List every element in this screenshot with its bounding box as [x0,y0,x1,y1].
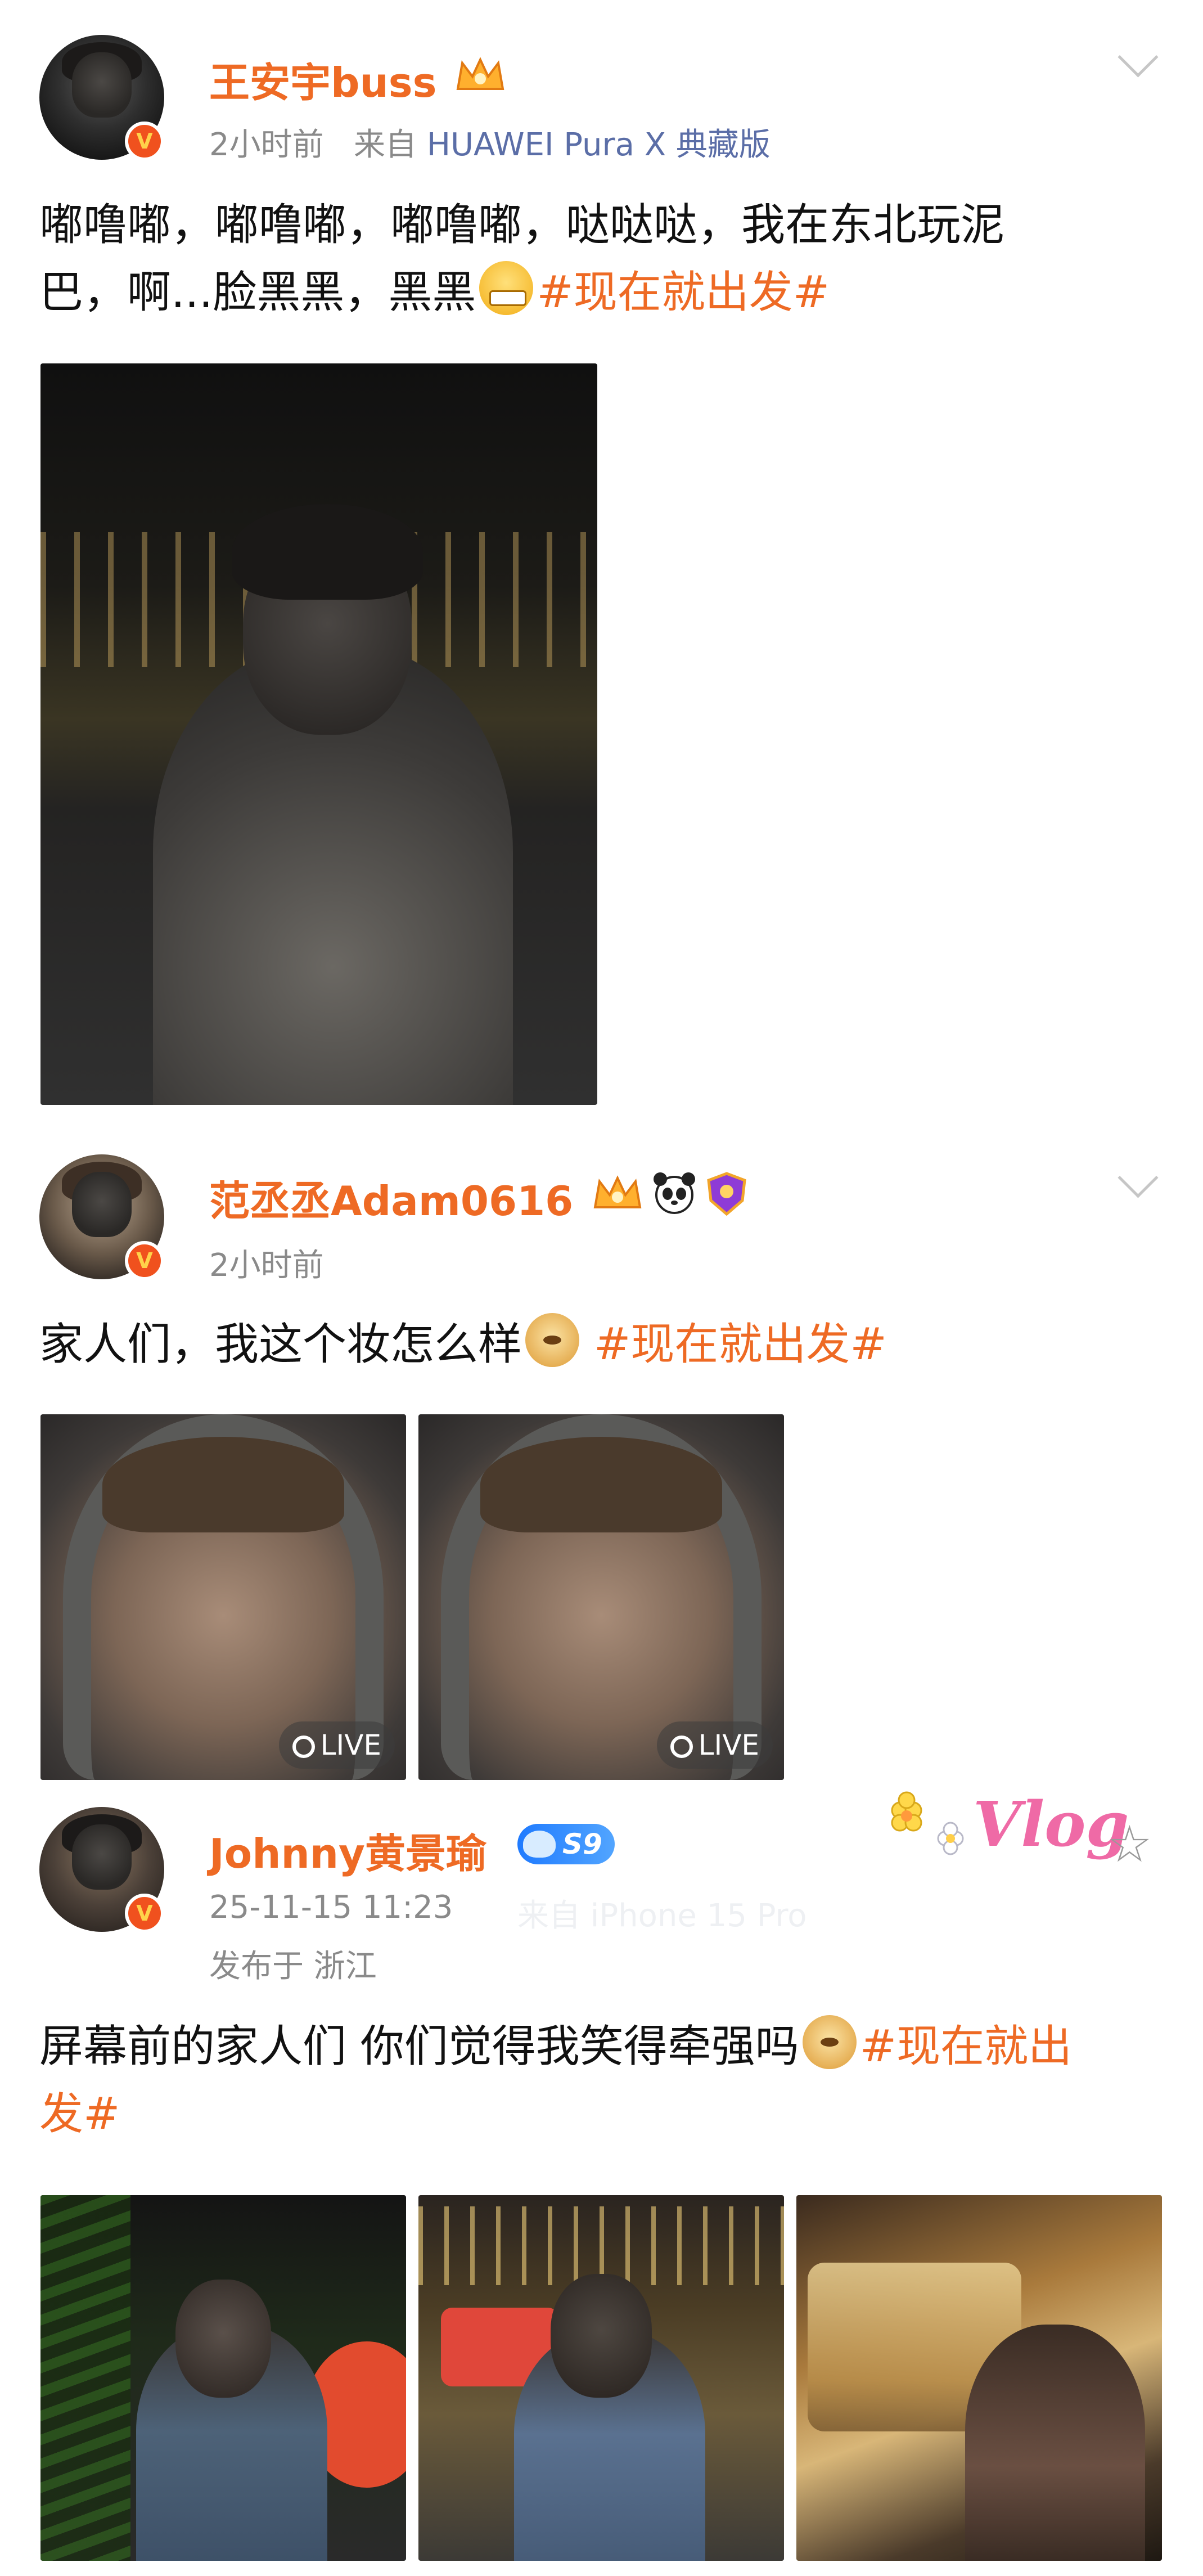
faint-source: 来自 iPhone 15 Pro [517,1898,807,1934]
panda-icon [652,1171,696,1215]
source-prefix: 来自 [354,127,417,163]
fan-level-badge: S9 [517,1824,615,1864]
photo-plants [40,2195,130,2561]
live-label: LIVE [698,1729,759,1761]
post-meta: 2小时前 来自 HUAWEI Pura X 典藏版 [209,119,771,165]
live-icon [670,1736,693,1758]
post-text: 家人们，我这个妆怎么样 #现在就出发# [39,1311,1164,1378]
post-photo[interactable] [40,363,597,1105]
post-text: 屏幕前的家人们 你们觉得我笑得牵强吗 #现在就出 发# [39,2013,1164,2148]
post-location: 发布于 浙江 [209,1948,377,1985]
chevron-down-icon[interactable] [1118,1157,1159,1198]
post-photo[interactable]: LIVE [40,1414,406,1780]
doge-icon [525,1313,580,1367]
post-text-line-2: 巴，啊...脸黑黑，黑黑 #现在就出发# [39,259,1164,326]
post-text: 嘟噜嘟，嘟噜嘟，嘟噜嘟，哒哒哒，我在东北玩泥 巴，啊...脸黑黑，黑黑 #现在就出… [39,191,1164,326]
post-text-line-1: 屏幕前的家人们 你们觉得我笑得牵强吗 #现在就出 [39,2013,1164,2080]
verified-badge-icon: V [125,1894,164,1933]
hashtag-link-part1[interactable]: #现在就出 [860,2021,1072,2072]
author-name[interactable]: 范丞丞Adam0616 [209,1168,573,1227]
post-text-body: 家人们，我这个妆怎么样 [39,1319,522,1370]
post-photo[interactable]: LIVE [418,1414,784,1780]
live-badge[interactable]: LIVE [656,1721,773,1769]
hashtag-link[interactable]: #现在就出发# [537,267,830,318]
fan-level: S9 [562,1828,602,1860]
live-icon [292,1736,315,1758]
avatar-face [71,1824,132,1890]
photo-hair [232,504,423,600]
post-time: 25-11-15 11:23 [209,1889,453,1926]
doge-icon [802,2015,857,2069]
live-label: LIVE [320,1729,381,1761]
crown-badge-icon [592,1174,643,1213]
photo-hair [102,1437,344,1532]
post-text-body: 屏幕前的家人们 你们觉得我笑得牵强吗 [39,2021,799,2072]
author-name[interactable]: 王安宇buss [209,50,437,109]
verified-badge-icon: V [125,122,164,161]
post-photo[interactable] [418,2195,784,2561]
vlog-sticker: Vlog [973,1788,1129,1860]
crown-badge-icon [454,55,506,95]
avatar-face [71,1172,132,1237]
grinning-face-icon [479,261,534,315]
photo-lights [418,2206,784,2285]
post-photo[interactable] [40,2195,406,2561]
star-icon[interactable]: ☆ [1107,1815,1152,1874]
photo-person [965,2325,1145,2561]
live-badge[interactable]: LIVE [278,1721,395,1769]
hashtag-link[interactable]: #现在就出发# [594,1319,887,1370]
avatar-face [71,52,132,118]
photo-hair [480,1437,722,1532]
photo-face [175,2280,271,2398]
author-name[interactable]: Johnny黄景瑜 [209,1820,486,1880]
shield-badge-icon [705,1171,748,1216]
photo-face [551,2274,652,2398]
whale-icon [523,1831,556,1858]
verified-badge-icon: V [125,1241,164,1280]
post-source[interactable]: HUAWEI Pura X 典藏版 [427,127,771,163]
post-photo[interactable] [796,2195,1162,2561]
hashtag-link-part2[interactable]: 发# [39,2080,1164,2148]
chevron-down-icon[interactable] [1118,37,1159,78]
post-text-line-2-body: 巴，啊...脸黑黑，黑黑 [39,267,476,318]
post-time: 2小时前 [209,1247,324,1284]
post-text-line-1: 嘟噜嘟，嘟噜嘟，嘟噜嘟，哒哒哒，我在东北玩泥 [39,200,1005,250]
flower-sticker [877,1788,979,1872]
post-time: 2小时前 [209,127,324,163]
